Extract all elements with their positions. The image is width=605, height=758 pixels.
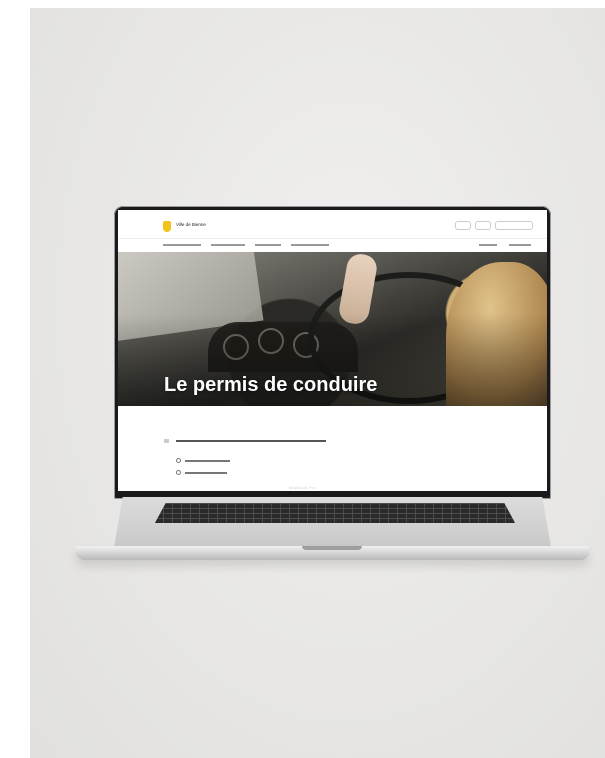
nav-item[interactable]	[163, 244, 201, 246]
site-header: Ville de Bienne	[118, 210, 547, 238]
content-link[interactable]	[176, 470, 227, 475]
laptop-screen: Ville de Bienne Le permis de conduire	[118, 210, 547, 491]
laptop-lid: Ville de Bienne Le permis de conduire	[114, 206, 551, 499]
keyboard-rows	[155, 503, 515, 523]
content-heading	[176, 440, 326, 442]
hero-image: Le permis de conduire	[118, 252, 547, 406]
nav-item[interactable]	[211, 244, 245, 246]
language-button[interactable]	[475, 221, 491, 230]
radio-icon	[176, 458, 181, 463]
menu-button[interactable]	[495, 221, 533, 230]
nav-item[interactable]	[479, 244, 497, 246]
page-title: Le permis de conduire	[164, 374, 378, 396]
nav-item[interactable]	[291, 244, 329, 246]
search-icon[interactable]	[455, 221, 471, 230]
device-label: MacBook Pro	[288, 485, 317, 490]
content-marker	[164, 439, 169, 443]
header-tools	[455, 221, 533, 230]
content-area	[118, 406, 547, 491]
laptop-notch	[302, 546, 362, 550]
nav-item[interactable]	[509, 244, 531, 246]
content-link[interactable]	[176, 458, 230, 463]
nav-item[interactable]	[255, 244, 281, 246]
city-logo-icon[interactable]	[163, 221, 171, 232]
site-name[interactable]: Ville de Bienne	[176, 222, 206, 227]
radio-icon	[176, 470, 181, 475]
